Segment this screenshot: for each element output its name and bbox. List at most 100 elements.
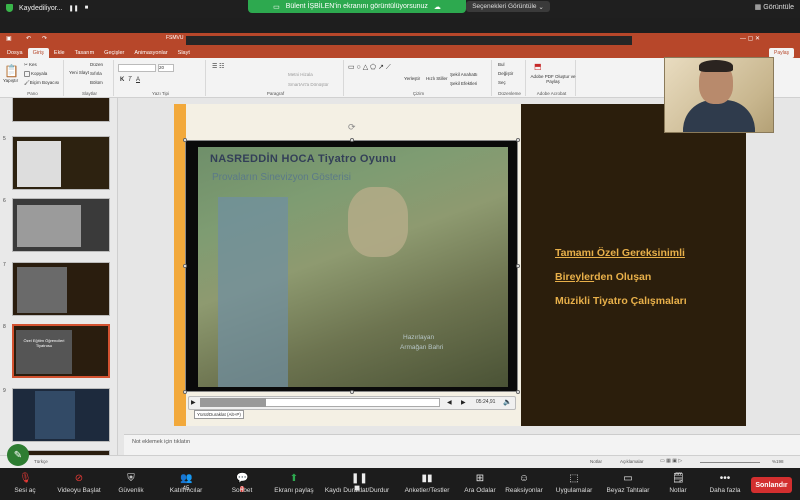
step-back-icon[interactable]: ◀ bbox=[447, 399, 452, 406]
tab-home[interactable]: Giriş bbox=[27, 48, 49, 58]
notes-toggle[interactable]: Notlar bbox=[590, 459, 602, 464]
notes-icon: 🗒 bbox=[672, 473, 685, 484]
recording-label: Kaydediliyor... bbox=[19, 4, 63, 12]
tab-design[interactable]: Tasarım bbox=[70, 48, 100, 58]
adobe-pdf-icon[interactable]: ⬒ bbox=[534, 62, 542, 71]
participants-button[interactable]: 👥45 Katılımcılar bbox=[156, 468, 216, 500]
select-button[interactable]: Seç bbox=[498, 80, 506, 85]
tab-animations[interactable]: Animasyonlar bbox=[129, 48, 172, 58]
new-slide-button[interactable]: Yeni Slayt bbox=[69, 70, 89, 75]
tab-insert[interactable]: Ekle bbox=[49, 48, 70, 58]
slide-body-text[interactable]: Tamamı Özel Gereksinimli Bireylerden Olu… bbox=[555, 241, 735, 313]
start-video-button[interactable]: ⊘ Videoyu Başlat bbox=[50, 468, 108, 500]
language-status[interactable]: Türkçe bbox=[34, 459, 48, 464]
tab-file[interactable]: Dosya bbox=[2, 48, 28, 58]
stop-icon[interactable]: ■ bbox=[85, 5, 89, 11]
replace-button[interactable]: Değiştir bbox=[498, 71, 513, 76]
polls-button[interactable]: ▮▮ Anketler/Testler bbox=[396, 468, 458, 500]
layout-button[interactable]: Düzen bbox=[90, 62, 103, 67]
resize-handle[interactable] bbox=[350, 390, 354, 394]
grid-icon: ▦ bbox=[754, 4, 762, 11]
find-button[interactable]: Bul bbox=[498, 62, 505, 67]
slide-thumbnail[interactable] bbox=[12, 262, 110, 316]
step-forward-icon[interactable]: ▶ bbox=[461, 399, 466, 406]
zoom-slider[interactable] bbox=[700, 462, 760, 463]
tab-transitions[interactable]: Geçişler bbox=[99, 48, 129, 58]
resize-handle[interactable] bbox=[516, 390, 520, 394]
slide-thumbnail[interactable] bbox=[12, 388, 110, 442]
slide-thumbnail[interactable] bbox=[12, 198, 110, 252]
reset-button[interactable]: Sıfırla bbox=[90, 71, 102, 76]
whiteboards-button[interactable]: ▭ Beyaz Tahtalar bbox=[600, 468, 656, 500]
view-buttons[interactable]: ▭ ▦ ▣ ▷ bbox=[660, 458, 682, 464]
reactions-button[interactable]: ☺ Reaksiyonlar bbox=[500, 468, 548, 500]
notes-button[interactable]: 🗒 Notlar bbox=[656, 468, 700, 500]
view-options-button[interactable]: Seçenekleri Görüntüle ⌄ bbox=[466, 1, 550, 12]
volume-icon[interactable]: 🔈 bbox=[503, 398, 512, 406]
cut-button[interactable]: ✂ Kes bbox=[24, 62, 37, 68]
polls-icon: ▮▮ bbox=[421, 473, 433, 484]
align-text-button[interactable]: Metni Hizala bbox=[288, 72, 313, 77]
bold-button[interactable]: K bbox=[120, 77, 124, 83]
shapes-gallery[interactable]: ▭ ○ △ ⬠ ↗ ⟋ bbox=[348, 63, 391, 72]
adobe-pdf-button[interactable]: Adobe PDF Oluştur ve Paylaş bbox=[530, 74, 576, 84]
underline-button[interactable]: A bbox=[136, 77, 140, 83]
italic-button[interactable]: T bbox=[128, 77, 132, 83]
notes-pane[interactable]: Not eklemek için tıklatın bbox=[124, 434, 800, 455]
slide-thumbnail[interactable] bbox=[12, 98, 110, 122]
breakout-icon: ⊞ bbox=[475, 473, 485, 484]
resize-handle[interactable] bbox=[183, 390, 187, 394]
font-size-field[interactable]: 20 bbox=[158, 64, 174, 72]
unmute-button[interactable]: 🎙 Sesi aç bbox=[0, 468, 50, 500]
redo-icon[interactable]: ↷ bbox=[42, 35, 47, 42]
resize-handle[interactable] bbox=[183, 264, 187, 268]
breakout-rooms-button[interactable]: ⊞ Ara Odalar bbox=[456, 468, 504, 500]
play-pause-icon[interactable]: ▶ bbox=[191, 399, 196, 406]
resize-handle[interactable] bbox=[350, 138, 354, 142]
recording-indicator[interactable]: Kaydediliyor... ❚❚ ■ bbox=[6, 4, 88, 12]
view-options-label: Seçenekleri Görüntüle bbox=[472, 3, 537, 10]
webcam-person-hair bbox=[699, 60, 733, 72]
tab-slide[interactable]: Slayt bbox=[173, 48, 195, 58]
webcam-video[interactable] bbox=[664, 57, 774, 133]
copy-button[interactable]: Kopyala bbox=[24, 71, 47, 77]
resize-handle[interactable] bbox=[183, 138, 187, 142]
format-painter-button[interactable]: 🖌Biçim Boyacısı bbox=[24, 80, 59, 86]
pause-icon[interactable]: ❚❚ bbox=[69, 5, 79, 12]
apps-button[interactable]: ⬚ Uygulamalar bbox=[548, 468, 600, 500]
annotate-pen-icon[interactable]: ✎ bbox=[7, 444, 29, 466]
font-name-field[interactable] bbox=[118, 64, 156, 72]
zoom-toolbar: 🎙 Sesi aç ⊘ Videoyu Başlat ⛨ Güvenlik 👥45 Ka… bbox=[0, 468, 800, 500]
resize-handle[interactable] bbox=[516, 138, 520, 142]
slide-thumbnail-selected[interactable]: Özel Eğitim Öğrencileri Tiyatrosu bbox=[12, 324, 110, 378]
quick-styles-button[interactable]: Hızlı Stiller bbox=[426, 76, 448, 81]
arrange-button[interactable]: Yerleştir bbox=[404, 76, 420, 81]
pause-record-button[interactable]: ❚❚ ■ Kaydı Duraklat/Durdur bbox=[318, 468, 396, 500]
end-meeting-button[interactable]: Sonlandır bbox=[751, 477, 792, 493]
cut-label: Kes bbox=[29, 62, 37, 67]
paste-button[interactable]: Yapıştır bbox=[3, 78, 18, 83]
more-icon: ••• bbox=[719, 473, 731, 484]
slide-thumbnails-pane[interactable]: 5 6 7 8 Özel Eğitim Öğrencileri Tiyatros… bbox=[0, 98, 118, 455]
undo-icon[interactable]: ↶ bbox=[26, 35, 31, 42]
more-button[interactable]: ••• Daha fazla bbox=[700, 468, 750, 500]
shape-effects-button[interactable]: Şekil Efektleri bbox=[450, 81, 477, 86]
smartart-button[interactable]: SmartArt'a Dönüştür bbox=[288, 82, 329, 87]
comments-toggle[interactable]: Açıklamalar bbox=[620, 459, 644, 464]
paste-icon[interactable]: 📋 bbox=[4, 64, 19, 78]
bullets-icon[interactable]: ☰ ☷ bbox=[212, 63, 224, 70]
resize-handle[interactable] bbox=[516, 264, 520, 268]
file-name: FSMVU bbox=[166, 35, 184, 41]
share-screen-button[interactable]: ⬆ Ekranı paylaş bbox=[264, 468, 324, 500]
security-button[interactable]: ⛨ Güvenlik bbox=[102, 468, 160, 500]
shape-outline-button[interactable]: Şekil Anahattı bbox=[450, 72, 478, 77]
chat-button[interactable]: 💬3 Sohbet bbox=[212, 468, 272, 500]
save-icon[interactable]: ▣ bbox=[6, 35, 12, 42]
gallery-view-button[interactable]: ▦ Görüntüle bbox=[755, 3, 794, 11]
slide-thumbnail[interactable] bbox=[12, 136, 110, 190]
section-button[interactable]: Bölüm bbox=[90, 80, 103, 85]
rotate-handle-icon[interactable]: ⟳ bbox=[348, 122, 356, 133]
window-controls[interactable]: — ▢ ✕ bbox=[740, 35, 760, 42]
zoom-level[interactable]: %198 bbox=[772, 459, 784, 464]
adobe-group-label: Adobe Acrobat bbox=[536, 91, 567, 96]
